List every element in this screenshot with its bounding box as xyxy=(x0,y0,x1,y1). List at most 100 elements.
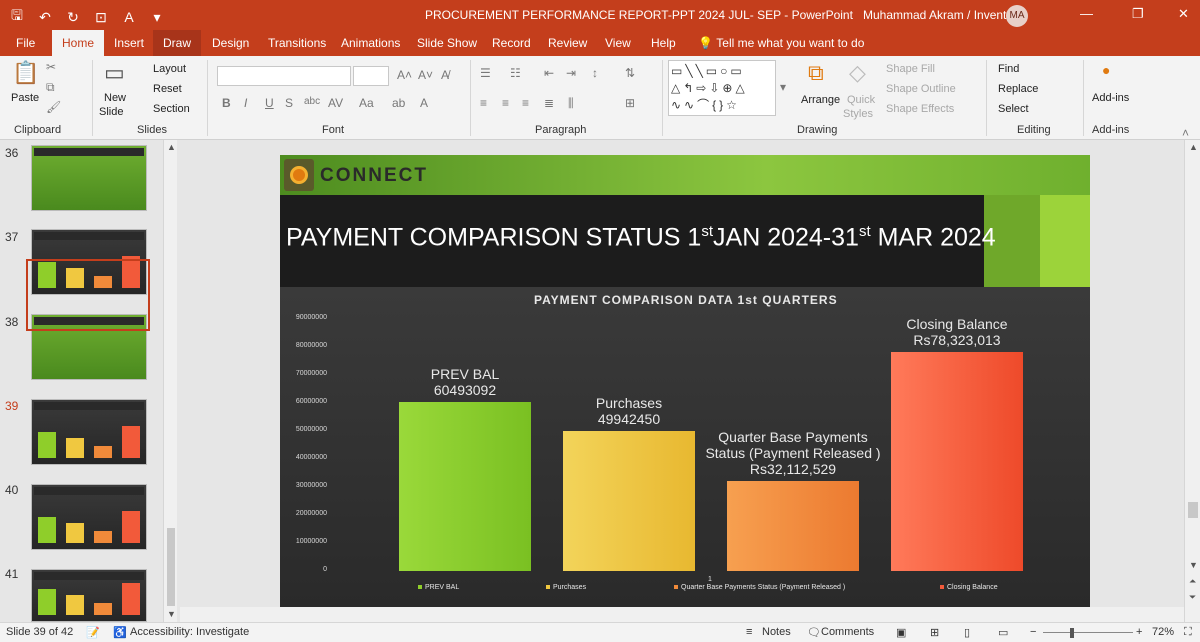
tab-view[interactable]: View xyxy=(595,30,641,56)
zoom-slider-thumb[interactable] xyxy=(1070,628,1074,638)
new-slide-button-line2[interactable]: Slide xyxy=(99,106,123,118)
avatar[interactable]: MA xyxy=(1006,5,1028,27)
slide-thumbnail[interactable] xyxy=(31,569,147,622)
scroll-down-icon[interactable]: ▼ xyxy=(167,609,176,619)
increase-indent-icon[interactable]: ⇥ xyxy=(566,66,576,80)
accessibility-status[interactable]: Accessibility: Investigate xyxy=(130,626,249,638)
shape-fill-button[interactable]: Shape Fill xyxy=(886,63,935,75)
text-direction-icon[interactable]: ⇅ xyxy=(625,66,635,80)
italic-icon[interactable]: I xyxy=(244,96,247,110)
clear-format-icon[interactable]: A̸ xyxy=(441,68,449,82)
tell-me-search[interactable]: 💡 Tell me what you want to do xyxy=(698,36,864,50)
restore-icon[interactable]: ❐ xyxy=(1132,6,1144,22)
slide-title[interactable]: PAYMENT COMPARISON STATUS 1stJAN 2024-31… xyxy=(286,223,996,252)
layout-button[interactable]: Layout xyxy=(153,63,186,75)
minimize-icon[interactable]: — xyxy=(1080,6,1093,21)
add-ins-icon[interactable]: ● xyxy=(1102,62,1110,78)
bar[interactable] xyxy=(727,481,859,571)
underline-icon[interactable]: U xyxy=(265,96,274,110)
section-button[interactable]: Section xyxy=(153,103,190,115)
add-ins-button[interactable]: Add-ins xyxy=(1092,92,1129,104)
user-name[interactable]: Muhammad Akram / Inventory xyxy=(863,8,1023,22)
shapes-gallery[interactable]: ▭╲╲▭○▭ △↰⇨⇩⊕△ ∿∿⌒{}☆ xyxy=(668,60,776,116)
slide-scrollbar[interactable]: ▲ ▼ ⏶ ⏷ xyxy=(1184,140,1200,622)
slide-scroll-thumb[interactable] xyxy=(1188,502,1198,518)
thumbnail-scroll-thumb[interactable] xyxy=(167,528,175,606)
slide-thumbnail[interactable] xyxy=(31,399,147,465)
zoom-in-icon[interactable]: + xyxy=(1136,626,1142,638)
scroll-down-icon[interactable]: ▼ xyxy=(1189,560,1198,570)
font-color-icon[interactable]: A xyxy=(420,96,428,110)
tab-help[interactable]: Help xyxy=(641,30,686,56)
slide-thumbnail[interactable] xyxy=(31,484,147,550)
slide-sorter-icon[interactable]: ⊞ xyxy=(930,626,939,639)
numbering-icon[interactable]: ☷ xyxy=(510,66,521,80)
scroll-up-icon[interactable]: ▲ xyxy=(167,142,176,152)
zoom-out-icon[interactable]: − xyxy=(1030,626,1036,638)
decrease-font-icon[interactable]: A˅ xyxy=(418,68,433,82)
save-icon[interactable]: 🖫 xyxy=(8,5,26,29)
previous-slide-icon[interactable]: ⏶ xyxy=(1189,576,1196,587)
line-spacing-icon[interactable]: ↕ xyxy=(592,66,598,80)
shape-outline-button[interactable]: Shape Outline xyxy=(886,83,956,95)
spell-check-icon[interactable]: 📝 xyxy=(86,626,100,639)
tab-draw[interactable]: Draw xyxy=(153,30,202,56)
smartart-icon[interactable]: ⊞ xyxy=(625,96,635,110)
select-button[interactable]: Select xyxy=(998,103,1029,115)
slideshow-view-icon[interactable]: ▭ xyxy=(998,626,1008,639)
collapse-ribbon-icon[interactable]: ˄ xyxy=(1182,126,1189,140)
scroll-up-icon[interactable]: ▲ xyxy=(1189,142,1198,152)
quick-styles-button-line2[interactable]: Styles xyxy=(843,108,873,120)
align-right-icon[interactable]: ≡ xyxy=(522,96,529,110)
reset-button[interactable]: Reset xyxy=(153,83,182,95)
format-painter-icon[interactable]: 🖌 xyxy=(46,100,61,114)
bar[interactable] xyxy=(563,431,695,571)
customize-qat-icon[interactable]: ▾ xyxy=(148,9,166,26)
change-case-icon[interactable]: Aa xyxy=(359,96,374,110)
shadow-icon[interactable]: S xyxy=(285,96,293,110)
replace-button[interactable]: Replace xyxy=(998,83,1038,95)
next-slide-icon[interactable]: ⏷ xyxy=(1189,592,1196,603)
bar[interactable] xyxy=(891,351,1023,571)
tab-slide-show[interactable]: Slide Show xyxy=(407,30,487,56)
bar[interactable] xyxy=(399,401,531,571)
zoom-level[interactable]: 72% xyxy=(1152,626,1174,638)
tab-record[interactable]: Record xyxy=(482,30,541,56)
bullets-icon[interactable]: ☰ xyxy=(480,66,491,80)
undo-icon[interactable]: ↶ xyxy=(36,9,54,26)
reading-view-icon[interactable]: ▯ xyxy=(964,626,970,639)
normal-view-icon[interactable]: ▣ xyxy=(896,626,906,639)
thumbnail-scrollbar[interactable]: ▲ ▼ xyxy=(163,140,177,622)
slide-thumbnail[interactable] xyxy=(31,145,147,211)
increase-font-icon[interactable]: A˄ xyxy=(397,68,412,82)
comments-button[interactable]: Comments xyxy=(821,626,874,638)
shapes-more-icon[interactable]: ▾ xyxy=(780,80,786,94)
paste-icon[interactable]: 📋 xyxy=(12,60,39,86)
shape-effects-button[interactable]: Shape Effects xyxy=(886,103,954,115)
highlight-icon[interactable]: ab xyxy=(392,96,405,110)
align-left-icon[interactable]: ≡ xyxy=(480,96,487,110)
notes-button[interactable]: Notes xyxy=(762,626,791,638)
font-name-combo[interactable] xyxy=(217,66,351,86)
tab-review[interactable]: Review xyxy=(538,30,597,56)
decrease-indent-icon[interactable]: ⇤ xyxy=(544,66,554,80)
quick-styles-icon[interactable]: ◇ xyxy=(849,60,866,86)
copy-icon[interactable]: ⧉ xyxy=(46,80,55,95)
cut-icon[interactable]: ✂ xyxy=(46,60,56,74)
tab-home[interactable]: Home xyxy=(52,30,105,56)
tab-file[interactable]: File xyxy=(6,30,45,56)
new-slide-button[interactable]: New xyxy=(104,92,126,104)
tab-design[interactable]: Design xyxy=(202,30,259,56)
slide[interactable]: CONNECT PAYMENT COMPARISON STATUS 1stJAN… xyxy=(280,155,1090,610)
arrange-icon[interactable]: ⧉ xyxy=(808,60,824,86)
close-icon[interactable]: ✕ xyxy=(1178,6,1189,22)
redo-icon[interactable]: ↻ xyxy=(64,9,82,26)
zoom-slider[interactable] xyxy=(1043,632,1133,633)
find-button[interactable]: Find xyxy=(998,63,1019,75)
new-slide-icon[interactable]: ▭ xyxy=(104,60,125,86)
char-spacing-icon[interactable]: AV xyxy=(328,96,343,110)
quick-styles-button[interactable]: Quick xyxy=(847,94,875,106)
horizontal-scrollbar[interactable] xyxy=(180,607,1184,622)
bold-icon[interactable]: B xyxy=(222,96,231,110)
present-icon[interactable]: ⊡ xyxy=(92,9,110,26)
